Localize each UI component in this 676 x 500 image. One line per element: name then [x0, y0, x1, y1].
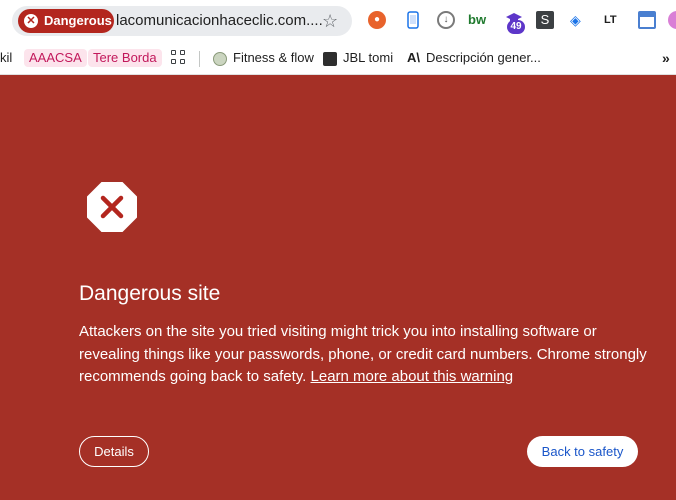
danger-octagon-x-icon: [87, 182, 137, 232]
profile-avatar[interactable]: [668, 11, 676, 29]
apps-grid-icon[interactable]: [171, 50, 187, 66]
details-button[interactable]: Details: [79, 436, 149, 467]
tag-extension-icon[interactable]: ◈: [570, 11, 588, 29]
learn-more-link[interactable]: Learn more about this warning: [311, 368, 514, 385]
bookmark-star-icon[interactable]: ☆: [322, 10, 338, 32]
browser-toolbar: ✕ Dangerous lacomunicacionhaceclic.com..…: [0, 0, 676, 42]
dangerous-site-chip[interactable]: ✕ Dangerous: [18, 9, 114, 33]
danger-x-icon: ✕: [24, 14, 38, 28]
dangerous-site-interstitial: Dangerous site Attackers on the site you…: [0, 75, 676, 500]
bookmark-item-jbl[interactable]: JBL tomi: [323, 49, 393, 67]
bookmark-item[interactable]: kil: [0, 49, 12, 67]
bookmarks-bar: kil AAACSA Tere Borda Fitness & flow JBL…: [0, 42, 676, 75]
bookmark-item[interactable]: AAACSA: [24, 49, 87, 67]
bookmark-item-fitness[interactable]: Fitness & flow: [213, 49, 314, 67]
microphone-extension-icon[interactable]: ●: [368, 11, 386, 29]
bookmarks-overflow-button[interactable]: »: [662, 49, 670, 67]
phone-extension-icon[interactable]: [404, 11, 422, 29]
url-text[interactable]: lacomunicacionhaceclic.com....: [116, 12, 323, 30]
bookmark-label: Fitness & flow: [233, 50, 314, 65]
bookmark-item-descripcion[interactable]: A\ Descripción gener...: [407, 49, 541, 67]
bookmark-label: JBL tomi: [343, 50, 394, 65]
calendar-extension-icon[interactable]: [638, 11, 656, 29]
address-bar[interactable]: ✕ Dangerous lacomunicacionhaceclic.com..…: [12, 6, 352, 36]
download-extension-icon[interactable]: ↓: [437, 11, 455, 29]
a-favicon-icon: A\: [407, 50, 420, 65]
danger-chip-label: Dangerous: [44, 13, 112, 28]
bw-extension-icon[interactable]: bw: [468, 11, 486, 29]
jbl-favicon-icon: [323, 51, 337, 66]
extension-badge-count: 49: [507, 20, 525, 34]
bookmarks-divider: [199, 51, 200, 67]
languagetool-extension-icon[interactable]: LT: [604, 11, 622, 29]
s-extension-icon[interactable]: S: [536, 11, 554, 29]
back-to-safety-button[interactable]: Back to safety: [527, 436, 638, 467]
warning-description: Attackers on the site you tried visiting…: [79, 321, 649, 389]
bookmark-item[interactable]: Tere Borda: [88, 49, 162, 67]
bookmark-label: Descripción gener...: [426, 50, 541, 65]
page-title: Dangerous site: [79, 282, 221, 305]
fitness-favicon-icon: [213, 51, 227, 66]
